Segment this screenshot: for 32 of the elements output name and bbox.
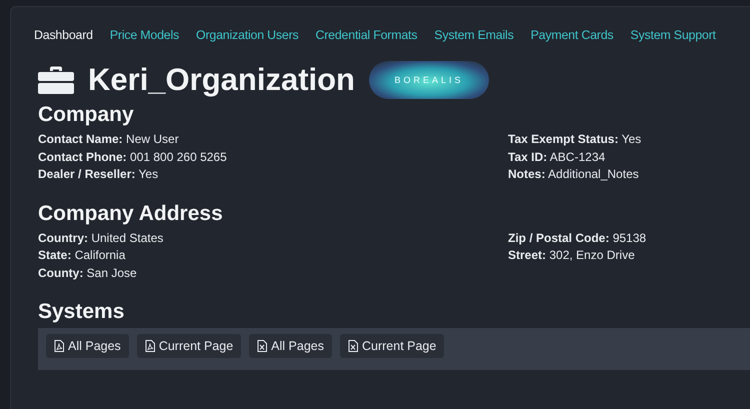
info-field: Tax ID: ABC-1234	[508, 148, 750, 166]
export-button[interactable]: All Pages	[46, 334, 129, 358]
excel-file-icon	[257, 340, 268, 352]
organization-title: Keri_Organization	[88, 62, 355, 98]
info-field: State: California	[38, 247, 508, 264]
pdf-file-icon	[144, 340, 155, 352]
info-field: Street: 302, Enzo Drive	[508, 247, 750, 264]
nav-link[interactable]: System Emails	[434, 25, 514, 45]
excel-file-icon	[348, 340, 358, 352]
briefcase-icon	[38, 66, 74, 94]
export-button[interactable]: All Pages	[249, 334, 332, 358]
info-field: Contact Name: New User	[38, 131, 508, 148]
nav-link[interactable]: Dashboard	[34, 25, 93, 45]
export-button[interactable]: Current Page	[340, 334, 444, 358]
info-field: Zip / Postal Code: 95138	[508, 230, 750, 247]
section-heading: Systems	[38, 300, 126, 324]
pdf-file-icon	[54, 340, 64, 352]
info-field: Tax Exempt Status: Yes	[508, 131, 750, 148]
info-field: Country: United States	[38, 230, 508, 247]
export-button[interactable]: Current Page	[136, 334, 242, 358]
nav-link[interactable]: System Support	[630, 25, 716, 45]
info-field: County: San Jose	[38, 264, 508, 282]
nav-link[interactable]: Credential Formats	[316, 25, 418, 45]
section-heading: Company Address	[38, 202, 224, 226]
nav-link[interactable]: Price Models	[110, 25, 180, 45]
info-field: Dealer / Reseller: Yes	[38, 166, 508, 184]
logo: BOREALIS	[369, 61, 489, 99]
section-heading: Company	[38, 103, 135, 127]
info-field: Notes: Additional_Notes	[508, 166, 750, 184]
nav-link[interactable]: Payment Cards	[530, 25, 614, 45]
nav-link[interactable]: Organization Users	[196, 25, 298, 45]
info-field: Contact Phone: 001 800 260 5265	[38, 148, 508, 166]
